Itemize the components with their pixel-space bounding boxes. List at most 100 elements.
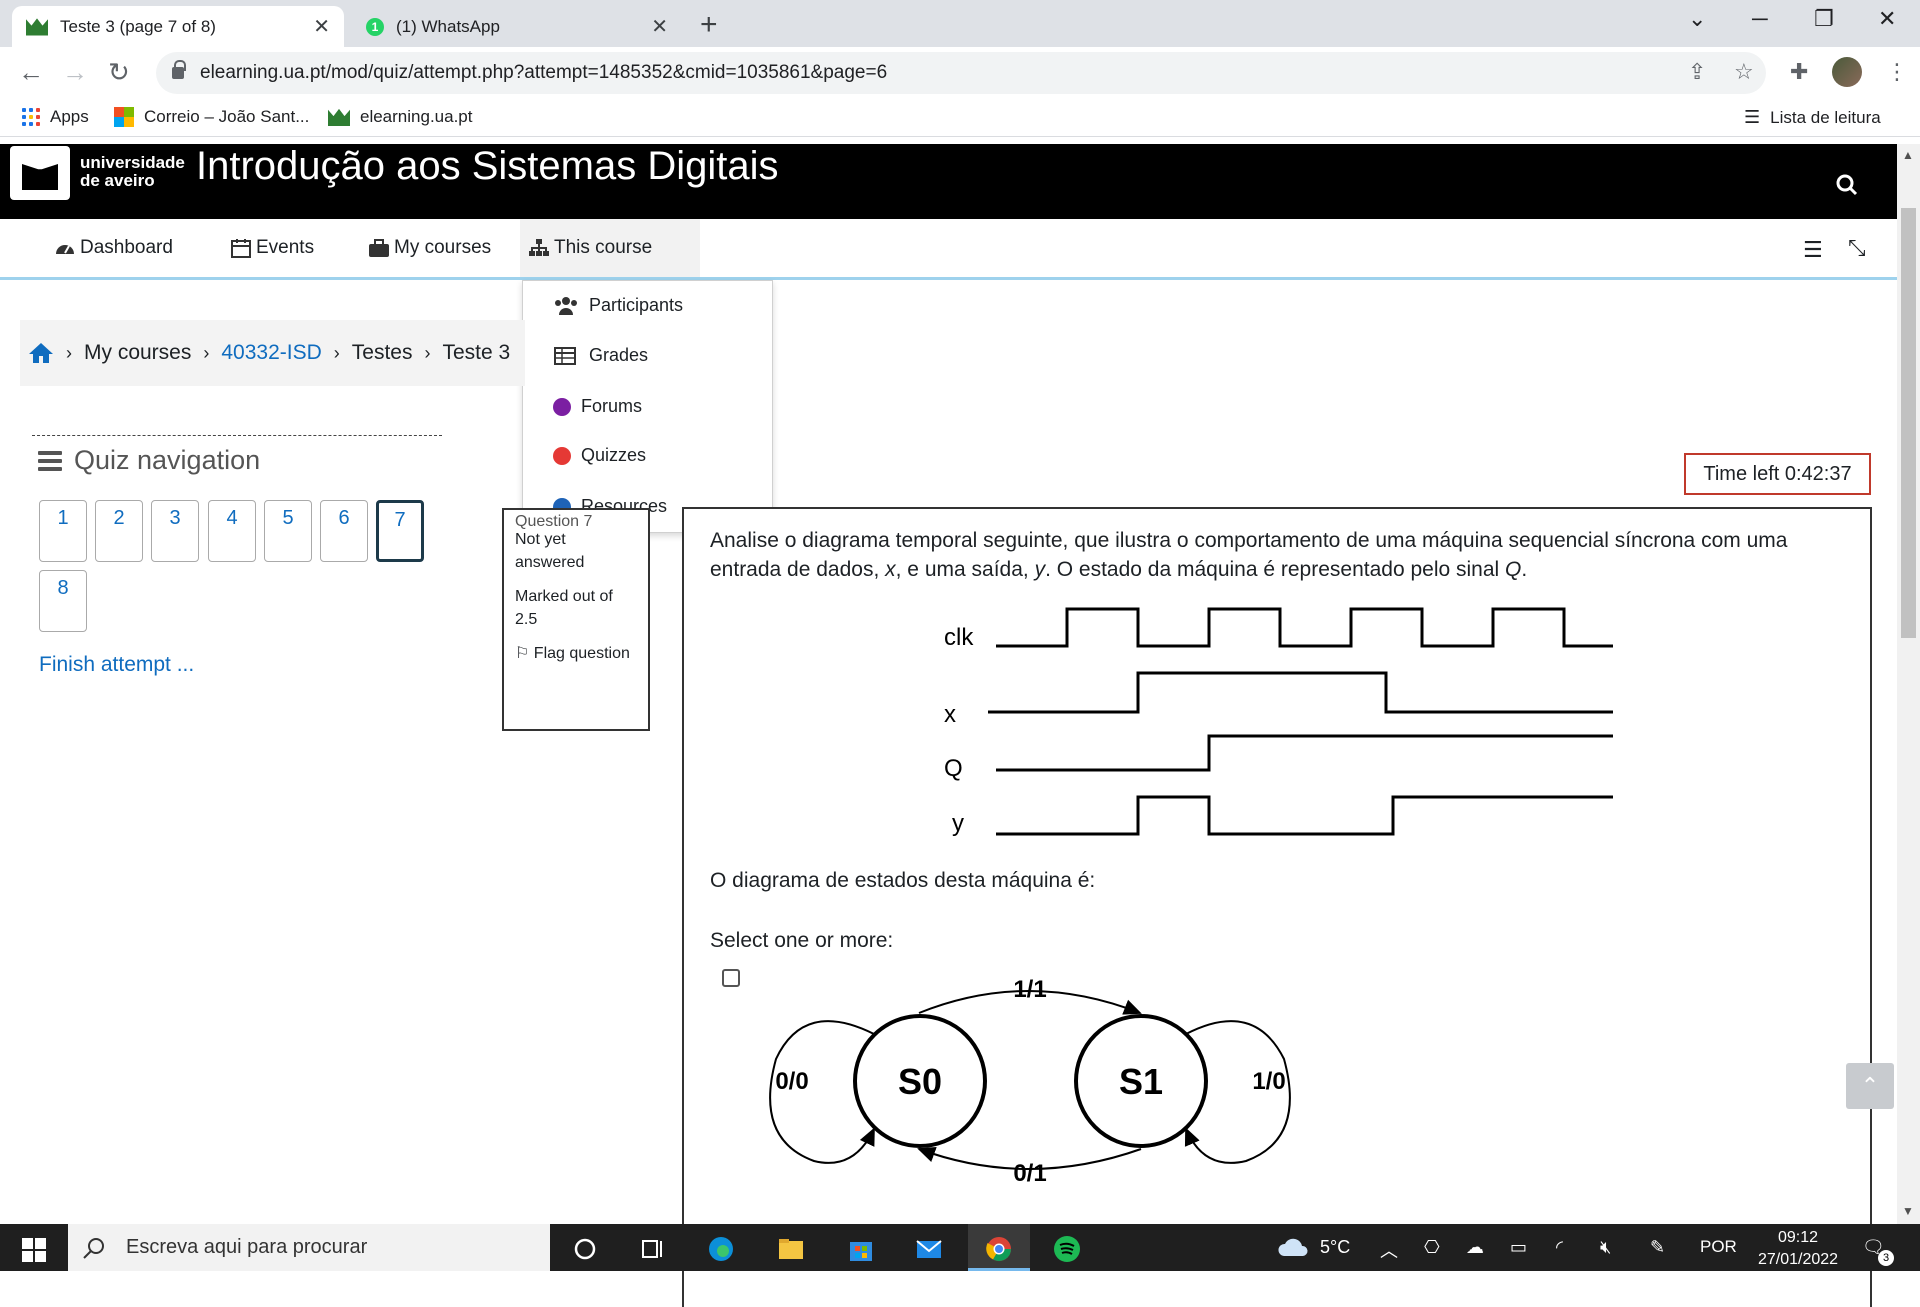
quiz-nav-button-4[interactable]: 4 xyxy=(208,500,256,562)
reading-list-button[interactable]: ☰ Lista de leitura xyxy=(1744,107,1881,128)
microsoft-icon xyxy=(114,107,134,127)
bookmarks-bar: Apps Correio – João Sant... elearning.ua… xyxy=(0,99,1920,137)
back-arrow-icon[interactable]: ← xyxy=(18,57,44,88)
clock[interactable]: 09:12 27/01/2022 xyxy=(1752,1227,1844,1271)
dropdown-label: Participants xyxy=(589,295,684,315)
clock-time: 09:12 xyxy=(1777,1229,1819,1246)
users-icon xyxy=(555,296,577,315)
new-tab-icon[interactable]: + xyxy=(700,8,718,42)
file-explorer-icon[interactable] xyxy=(776,1234,806,1264)
question-status: Not yet answered xyxy=(515,531,585,571)
signal-label-y: y xyxy=(952,810,964,837)
language-indicator[interactable]: POR xyxy=(1700,1237,1737,1257)
quiz-nav-button-8[interactable]: 8 xyxy=(39,570,87,632)
menu-dots-icon[interactable]: ⋮ xyxy=(1886,59,1908,85)
search-icon[interactable] xyxy=(1836,174,1858,202)
dropdown-item-forums[interactable]: Forums xyxy=(553,396,642,417)
task-view-icon[interactable] xyxy=(638,1234,668,1264)
nav-events[interactable]: Events xyxy=(222,219,322,277)
reading-list-icon: ☰ xyxy=(1744,107,1761,127)
nav-dashboard[interactable]: Dashboard xyxy=(46,219,181,277)
bookmark-apps[interactable]: Apps xyxy=(22,107,89,127)
taskbar-search[interactable]: Escreva aqui para procurar xyxy=(68,1224,550,1271)
onedrive-icon[interactable]: ☁ xyxy=(1466,1237,1484,1258)
sitemap-icon xyxy=(529,239,549,256)
minimize-icon[interactable]: ─ xyxy=(1752,6,1768,32)
spotify-icon[interactable] xyxy=(1052,1234,1082,1264)
label-s1-self: 1/0 xyxy=(1252,1068,1285,1095)
window-close-icon[interactable]: ✕ xyxy=(1878,6,1896,32)
profile-avatar[interactable] xyxy=(1832,57,1862,87)
wifi-icon[interactable]: ◜ xyxy=(1556,1237,1563,1258)
quiz-nav-button-3[interactable]: 3 xyxy=(151,500,199,562)
scroll-thumb[interactable] xyxy=(1901,208,1916,638)
battery-icon[interactable]: ▭ xyxy=(1510,1237,1527,1258)
bookmark-elearning[interactable]: elearning.ua.pt xyxy=(328,107,472,127)
extensions-icon[interactable]: ✚ xyxy=(1790,59,1808,85)
calendar-icon xyxy=(231,239,251,258)
question-number: Question 7 xyxy=(515,513,593,530)
volume-muted-icon[interactable]: 🔇︎ xyxy=(1600,1237,1611,1258)
scroll-up-arrow-icon[interactable]: ▲ xyxy=(1902,148,1914,162)
site-header: universidade de aveiro Introdução aos Si… xyxy=(0,144,1897,219)
home-icon[interactable] xyxy=(28,341,54,365)
indent-icon[interactable]: ☰ xyxy=(1803,237,1823,263)
finish-attempt-link[interactable]: Finish attempt ... xyxy=(39,653,194,677)
flag-question[interactable]: ⚐ Flag question xyxy=(515,642,638,665)
tab-title: Teste 3 (page 7 of 8) xyxy=(60,16,216,36)
tray-chevron-icon[interactable]: ︿ xyxy=(1380,1237,1398,1263)
logo-line-1: universidade xyxy=(80,153,185,172)
breadcrumb-course[interactable]: 40332-ISD xyxy=(221,341,321,365)
quiz-nav-button-2[interactable]: 2 xyxy=(95,500,143,562)
share-icon[interactable]: ⇪ xyxy=(1688,59,1706,85)
breadcrumb-testes[interactable]: Testes xyxy=(352,341,413,365)
state-s0-label: S0 xyxy=(898,1061,942,1102)
edge-icon[interactable] xyxy=(706,1234,736,1264)
close-icon[interactable]: ✕ xyxy=(651,14,668,39)
scroll-down-arrow-icon[interactable]: ▼ xyxy=(1902,1204,1914,1218)
star-icon[interactable]: ☆ xyxy=(1734,59,1754,85)
cortana-icon[interactable] xyxy=(570,1234,600,1264)
quiz-nav-button-5[interactable]: 5 xyxy=(264,500,312,562)
quiz-nav-button-1[interactable]: 1 xyxy=(39,500,87,562)
mail-icon[interactable] xyxy=(914,1234,944,1264)
site-title[interactable]: Introdução aos Sistemas Digitais xyxy=(196,144,779,189)
forward-arrow-icon[interactable]: → xyxy=(62,57,88,88)
bookmark-correio[interactable]: Correio – João Sant... xyxy=(114,107,309,127)
weather-temperature[interactable]: 5°C xyxy=(1320,1237,1350,1258)
cloud-weather-icon[interactable] xyxy=(1276,1236,1310,1260)
university-logo[interactable] xyxy=(10,146,70,200)
close-icon[interactable]: ✕ xyxy=(313,14,330,39)
ua-favicon-icon xyxy=(328,108,350,126)
back-to-top-button[interactable]: ⌃ xyxy=(1846,1063,1894,1109)
windows-start-icon[interactable] xyxy=(22,1238,46,1262)
tab-title: (1) WhatsApp xyxy=(396,16,500,36)
tab-search-chevron-icon[interactable]: ⌄ xyxy=(1688,6,1706,32)
store-icon[interactable] xyxy=(846,1234,876,1264)
question-info: Question 7 Not yet answered Marked out o… xyxy=(502,508,650,731)
bookmark-label: elearning.ua.pt xyxy=(360,107,473,126)
windows-taskbar: Escreva aqui para procurar 5°C ︿ ⎔ ☁ ▭ ◜… xyxy=(0,1224,1920,1271)
breadcrumb-teste[interactable]: Teste 3 xyxy=(442,341,510,365)
tab-quiz[interactable]: Teste 3 (page 7 of 8) ✕ xyxy=(12,6,344,47)
meet-now-icon[interactable]: ⎔ xyxy=(1424,1237,1440,1258)
nav-this-course[interactable]: This course xyxy=(520,219,700,277)
pen-icon[interactable]: ✎ xyxy=(1650,1237,1665,1258)
reload-icon[interactable]: ↻ xyxy=(108,57,130,88)
quiz-nav-title-text: Quiz navigation xyxy=(74,445,261,475)
address-bar[interactable]: elearning.ua.pt/mod/quiz/attempt.php?att… xyxy=(156,52,1766,94)
dropdown-item-participants[interactable]: Participants xyxy=(553,295,683,316)
page-scrollbar[interactable]: ▲ ▼ xyxy=(1897,144,1920,1224)
dropdown-item-quizzes[interactable]: Quizzes xyxy=(553,445,646,466)
quiz-nav-button-7[interactable]: 7 xyxy=(376,500,424,562)
question-marks: Marked out of 2.5 xyxy=(515,588,613,628)
chrome-icon[interactable] xyxy=(984,1234,1014,1264)
nav-my-courses[interactable]: My courses xyxy=(360,219,499,277)
restore-icon[interactable]: ❐ xyxy=(1814,6,1834,32)
collapse-icon[interactable]: ⤡ xyxy=(1848,235,1866,261)
breadcrumb-my-courses[interactable]: My courses xyxy=(84,341,191,365)
dropdown-item-grades[interactable]: Grades xyxy=(553,345,648,366)
quiz-nav-button-6[interactable]: 6 xyxy=(320,500,368,562)
tab-whatsapp[interactable]: 1 (1) WhatsApp ✕ xyxy=(352,6,682,47)
breadcrumb-separator: › xyxy=(66,342,72,363)
